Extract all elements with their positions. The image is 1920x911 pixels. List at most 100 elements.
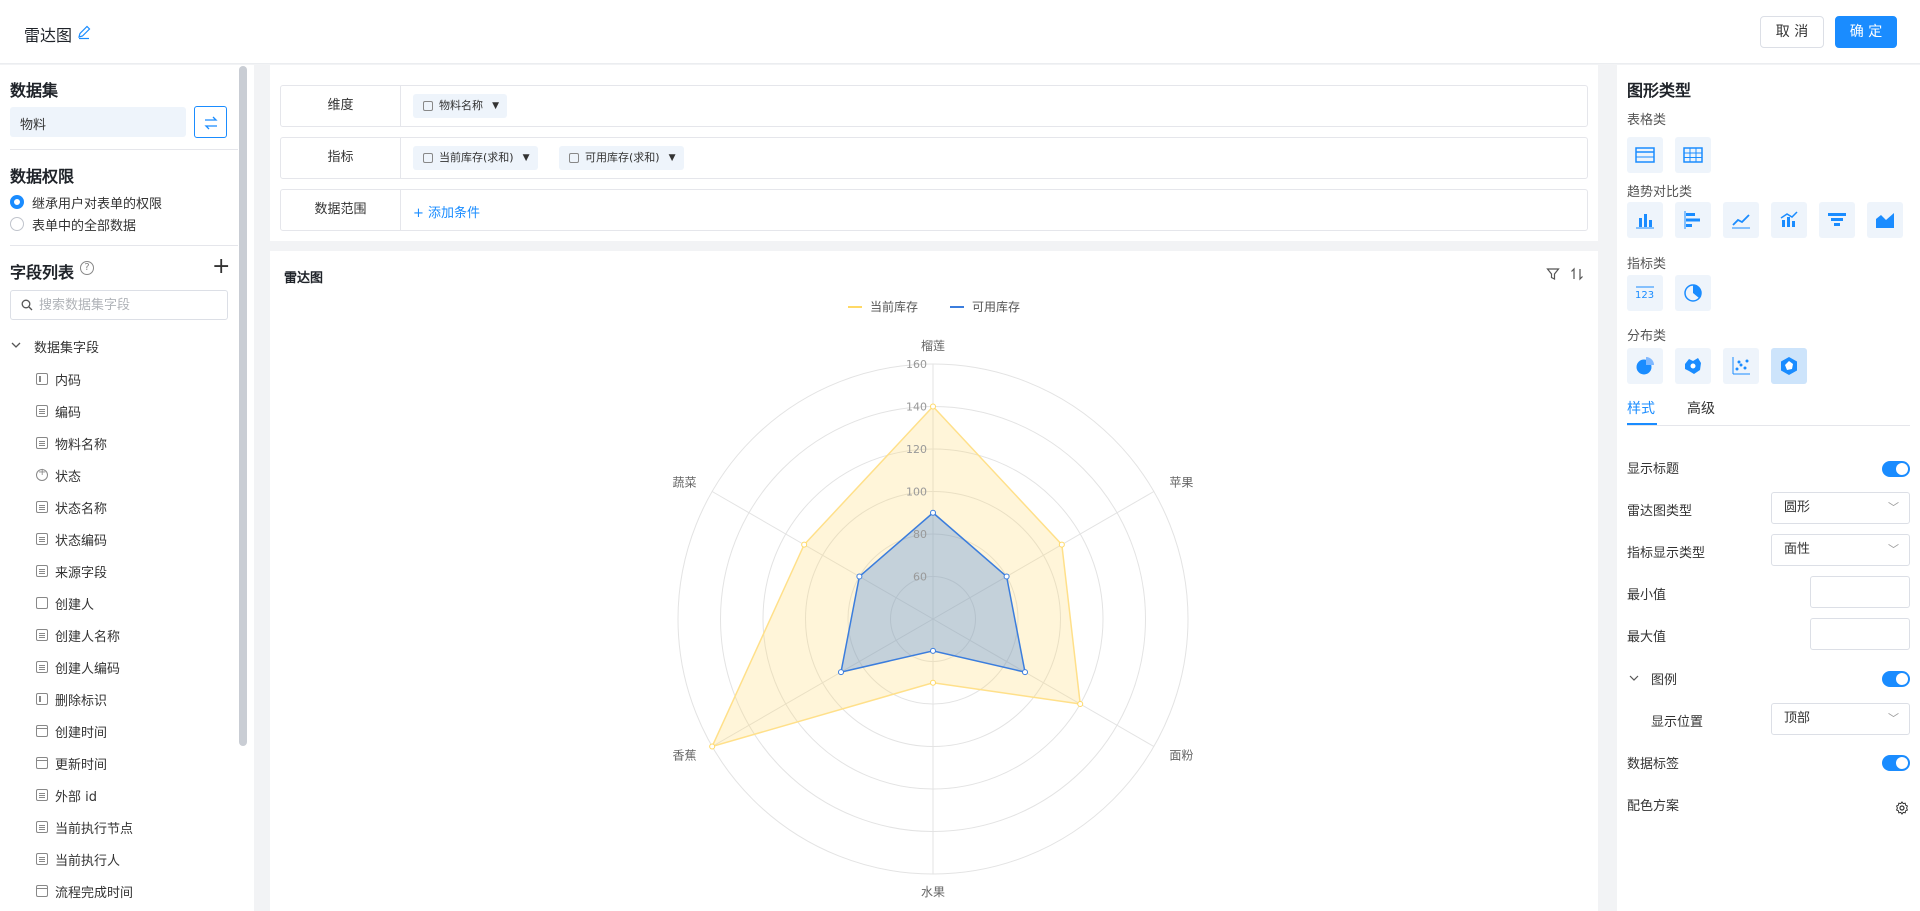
caret-down-icon[interactable]: ▼ [492,94,499,118]
field-item[interactable]: 状态编码 [36,523,133,555]
number-field-icon [423,153,433,163]
field-item[interactable]: 创建人 [36,587,133,619]
radio-checked[interactable] [10,195,24,209]
line-chart-tile[interactable] [1723,202,1759,238]
filter-icon[interactable] [1546,267,1560,281]
tab-advanced[interactable]: 高级 [1687,398,1715,418]
field-item[interactable]: 创建人编码 [36,651,133,683]
show-title-toggle[interactable] [1882,461,1910,477]
text-field-icon [423,101,433,111]
tick-label: 160 [906,358,927,371]
indicator-label: 水果 [921,885,945,899]
radio-unchecked[interactable] [10,217,24,231]
sort-icon[interactable] [1570,267,1584,281]
tab-style[interactable]: 样式 [1627,398,1655,418]
kpi-card-tile[interactable]: 123 [1627,275,1663,311]
field-item[interactable]: 更新时间 [36,747,133,779]
map-chart-tile[interactable] [1675,348,1711,384]
number-field-icon [36,373,48,385]
dimension-chip[interactable]: 物料名称 ▼ [413,94,507,118]
cancel-button[interactable]: 取 消 [1760,16,1824,48]
field-label: 状态编码 [55,533,108,549]
help-icon[interactable]: ? [80,261,94,275]
top-header: 雷达图 取 消 确 定 [0,0,1920,64]
pivot-table-tile[interactable] [1675,137,1711,173]
caret-down-icon[interactable]: ▼ [669,146,676,170]
radar-chart-tile[interactable] [1771,348,1807,384]
metric-chip[interactable]: 可用库存(求和) ▼ [559,146,684,170]
max-value-input[interactable] [1810,618,1910,650]
radar-type-select[interactable]: 圆形 ﹀ [1771,492,1910,524]
min-value-label: 最小值 [1627,588,1667,603]
field-label: 创建时间 [55,725,108,741]
combo-chart-tile[interactable] [1771,202,1807,238]
legend-position-label: 显示位置 [1651,715,1704,730]
field-item[interactable]: 当前执行人 [36,843,133,875]
field-item[interactable]: 当前执行节点 [36,811,133,843]
min-value-input[interactable] [1810,576,1910,608]
text-field-icon [36,661,48,673]
perm-option-inherit[interactable]: 继承用户对表单的权限 [10,193,162,212]
pie-chart-tile[interactable] [1627,348,1663,384]
number-field-icon [569,153,579,163]
tick-label: 140 [906,401,927,414]
field-item[interactable]: 创建时间 [36,715,133,747]
table-chart-tile[interactable] [1627,137,1663,173]
field-item[interactable]: 删除标识 [36,683,133,715]
search-input[interactable] [39,296,219,314]
field-item[interactable]: 状态 [36,459,133,491]
chevron-down-icon[interactable] [1629,673,1639,683]
metric-display-select[interactable]: 面性 ﹀ [1771,534,1910,566]
category-label: 表格类 [1627,113,1667,128]
metric-display-label: 指标显示类型 [1627,546,1706,561]
field-item[interactable]: 编码 [36,395,133,427]
field-item[interactable]: 物料名称 [36,427,133,459]
legend-label: 图例 [1651,673,1678,688]
field-item[interactable]: 创建人名称 [36,619,133,651]
caret-down-icon[interactable]: ▼ [523,146,530,170]
field-item[interactable]: 来源字段 [36,555,133,587]
horizontal-bar-tile[interactable] [1675,202,1711,238]
add-field-icon[interactable]: + [212,256,230,278]
funnel-icon [1828,213,1846,226]
edit-title-icon[interactable] [76,24,92,40]
indicator-label: 苹果 [1169,476,1193,490]
chart-config: 维度 物料名称 ▼ 指标 当前库存(求和) ▼ 可用库存(求和) ▼ 数据范围 … [270,65,1598,241]
gear-icon[interactable] [1895,801,1909,815]
field-search[interactable] [10,290,228,320]
table-icon [1635,147,1655,163]
legend-position-select[interactable]: 顶部 ﹀ [1771,703,1910,735]
confirm-button[interactable]: 确 定 [1835,16,1897,48]
field-label: 创建人名称 [55,629,121,645]
perm-option-all[interactable]: 表单中的全部数据 [10,215,137,234]
field-item[interactable]: 流程完成时间 [36,875,133,907]
funnel-chart-tile[interactable] [1819,202,1855,238]
data-point [837,669,844,676]
scatter-chart-tile[interactable] [1723,348,1759,384]
perm-option-label: 表单中的全部数据 [32,218,137,234]
add-condition-link[interactable]: + 添加条件 [413,202,480,221]
metric-chip[interactable]: 当前库存(求和) ▼ [413,146,538,170]
date-field-icon [36,757,48,769]
chart-type-heading: 图形类型 [1627,81,1692,100]
field-item[interactable]: 状态名称 [36,491,133,523]
category-label: 指标类 [1627,257,1667,272]
left-scrollbar[interactable] [239,66,247,746]
dataset-fields-group[interactable]: 数据集字段 [10,337,99,356]
data-point [709,743,716,750]
legend-toggle[interactable] [1882,671,1910,687]
field-list-heading: 字段列表 [10,263,75,282]
chart-title: 雷达图 [284,271,324,286]
data-label-toggle[interactable] [1882,755,1910,771]
field-label: 物料名称 [55,437,108,453]
bar-chart-tile[interactable] [1627,202,1663,238]
date-field-icon [36,725,48,737]
search-icon [21,299,33,311]
gauge-chart-tile[interactable] [1675,275,1711,311]
dataset-select[interactable]: 物料 [10,107,186,137]
area-chart-tile[interactable] [1867,202,1903,238]
switch-dataset-button[interactable] [194,106,227,138]
field-item[interactable]: 内码 [36,363,133,395]
number-field-icon [36,693,48,705]
field-item[interactable]: 外部 id [36,779,133,811]
